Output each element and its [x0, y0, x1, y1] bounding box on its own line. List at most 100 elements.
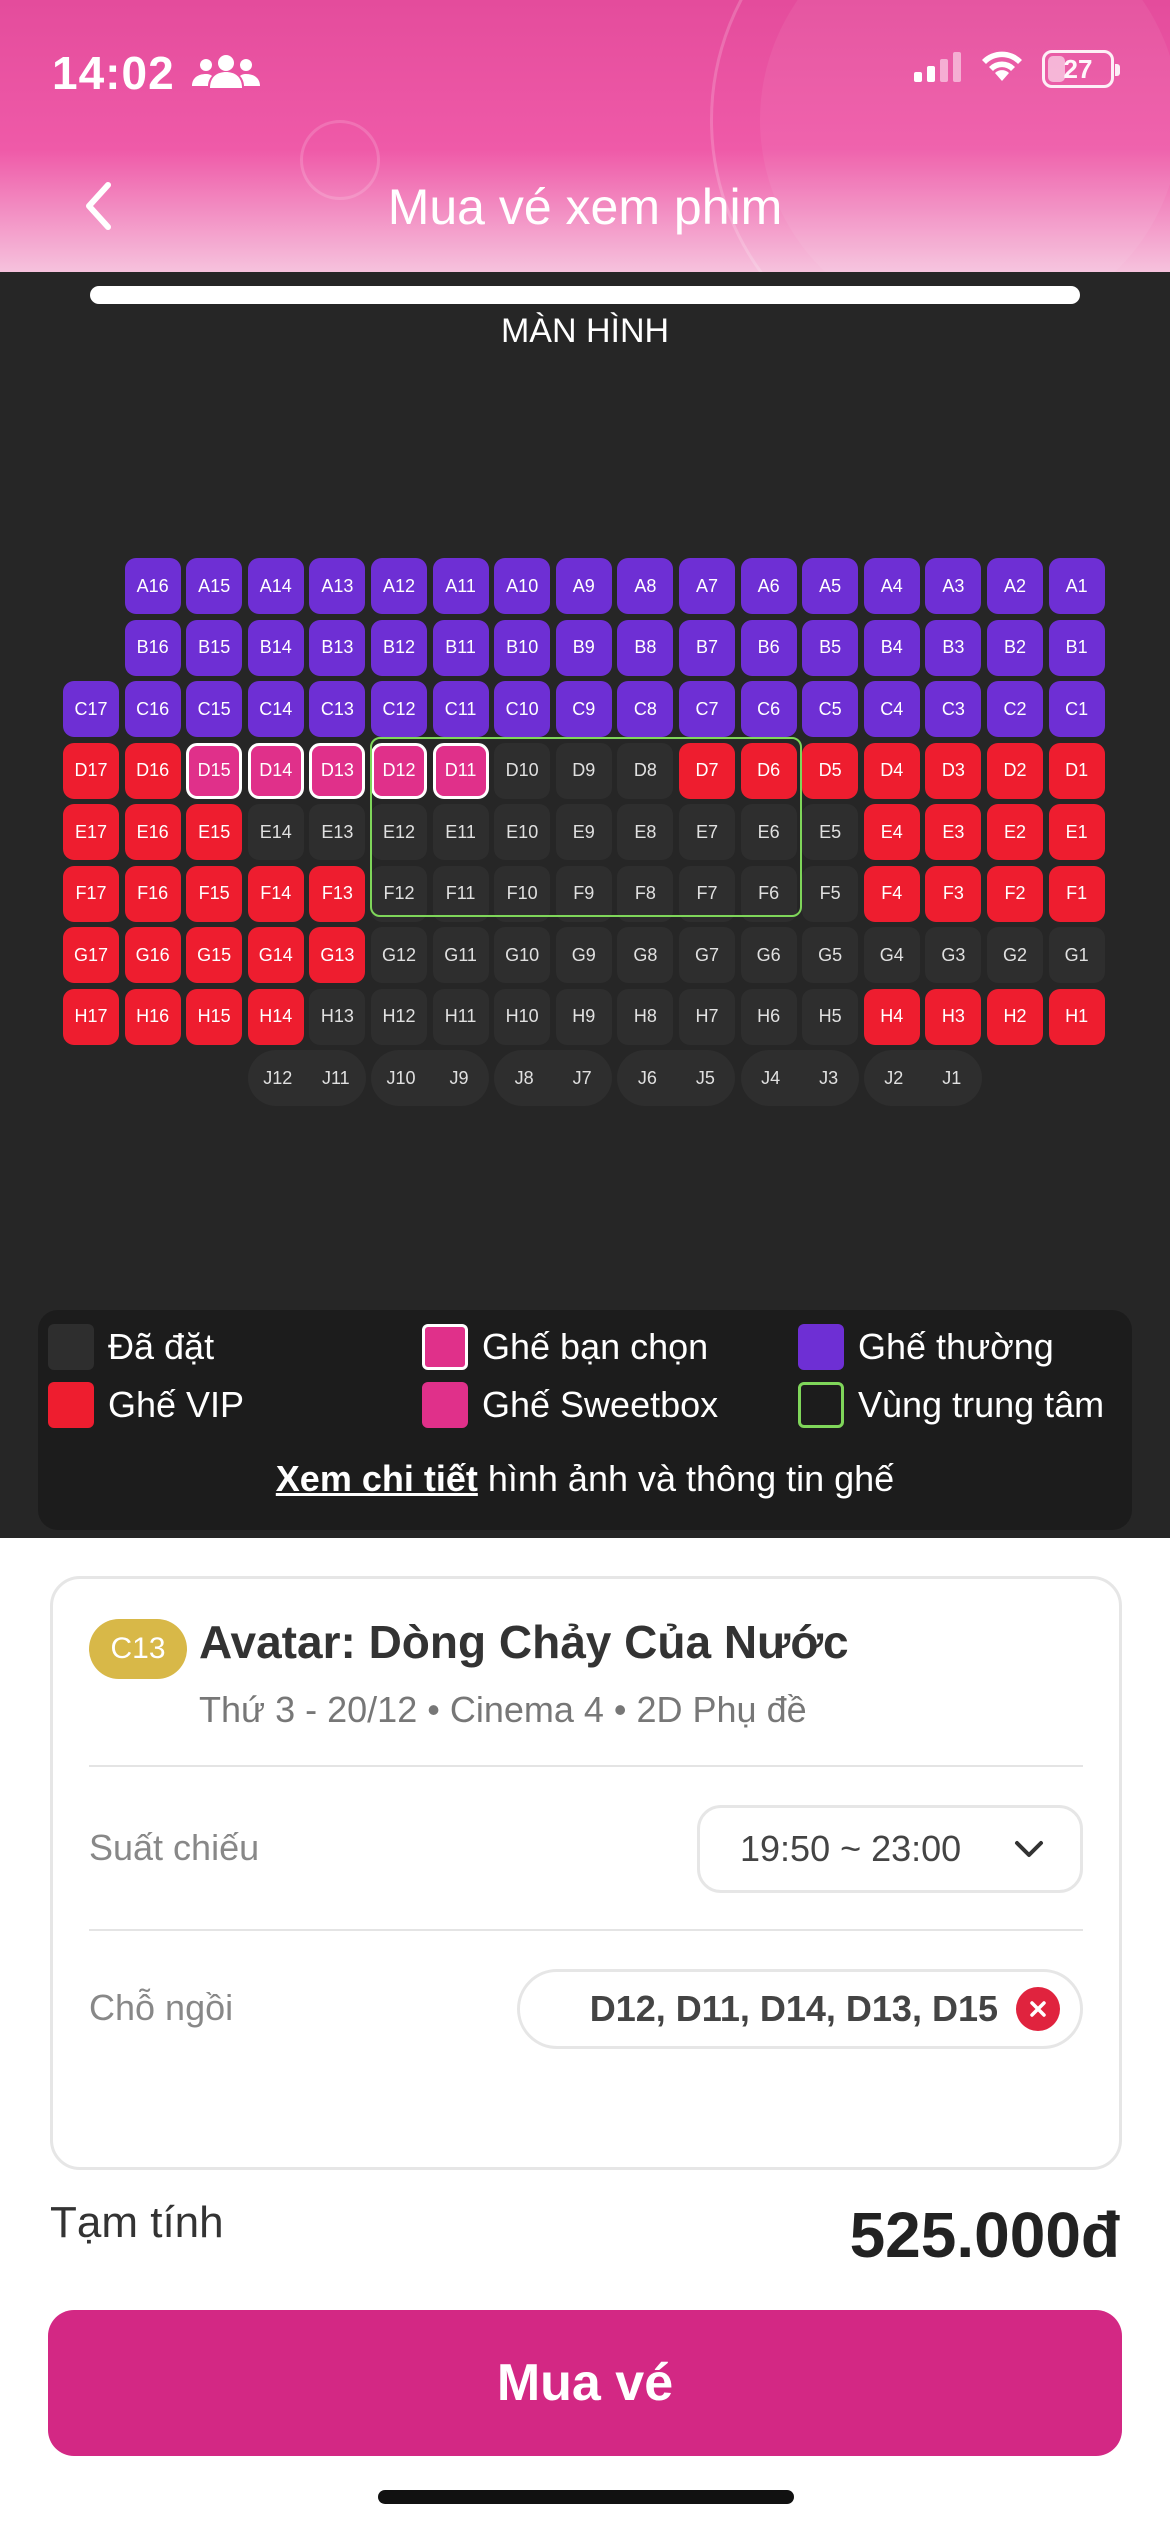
seat-B3[interactable]: B3	[925, 619, 982, 676]
seat-A10[interactable]: A10	[494, 558, 551, 614]
seat-A7[interactable]: A7	[679, 558, 735, 614]
buy-ticket-button[interactable]: Mua vé	[48, 2310, 1122, 2456]
seat-D15[interactable]: D15	[186, 742, 243, 799]
seat-J2[interactable]: J2	[863, 1050, 924, 1106]
seat-A11[interactable]: A11	[432, 558, 489, 614]
seat-B9[interactable]: B9	[555, 619, 612, 676]
seat-H1[interactable]: H1	[1048, 988, 1105, 1045]
seat-H4[interactable]: H4	[863, 988, 920, 1045]
seat-C13[interactable]: C13	[309, 681, 366, 737]
seat-A2[interactable]: A2	[987, 558, 1043, 614]
seat-J1[interactable]: J1	[921, 1050, 982, 1106]
seat-B1[interactable]: B1	[1048, 619, 1105, 676]
seat-D3[interactable]: D3	[925, 742, 982, 799]
seat-J5[interactable]: J5	[675, 1050, 736, 1106]
seat-F16[interactable]: F16	[124, 865, 181, 922]
seat-J11[interactable]: J11	[305, 1050, 366, 1106]
seat-E15[interactable]: E15	[186, 804, 243, 860]
seat-C1[interactable]: C1	[1048, 681, 1105, 737]
seat-F17[interactable]: F17	[63, 865, 119, 922]
seat-C3[interactable]: C3	[925, 681, 982, 737]
seat-E16[interactable]: E16	[124, 804, 181, 860]
seat-B16[interactable]: B16	[124, 619, 181, 676]
seat-E4[interactable]: E4	[863, 804, 920, 860]
seat-D5[interactable]: D5	[802, 742, 859, 799]
seat-A16[interactable]: A16	[124, 558, 181, 614]
seat-A14[interactable]: A14	[247, 558, 304, 614]
seat-C12[interactable]: C12	[371, 681, 427, 737]
seat-E1[interactable]: E1	[1048, 804, 1105, 860]
seat-B8[interactable]: B8	[617, 619, 674, 676]
seat-G15[interactable]: G15	[186, 927, 243, 983]
seat-C17[interactable]: C17	[63, 681, 119, 737]
seat-F15[interactable]: F15	[186, 865, 243, 922]
seat-A4[interactable]: A4	[863, 558, 920, 614]
seat-C5[interactable]: C5	[802, 681, 859, 737]
seat-D14[interactable]: D14	[247, 742, 304, 799]
seat-B13[interactable]: B13	[309, 619, 366, 676]
seat-D13[interactable]: D13	[309, 742, 366, 799]
seat-E3[interactable]: E3	[925, 804, 982, 860]
seat-A3[interactable]: A3	[925, 558, 982, 614]
seat-D2[interactable]: D2	[987, 742, 1043, 799]
seat-A6[interactable]: A6	[740, 558, 797, 614]
seat-C7[interactable]: C7	[679, 681, 735, 737]
seat-B11[interactable]: B11	[432, 619, 489, 676]
seat-E17[interactable]: E17	[63, 804, 119, 860]
seat-A5[interactable]: A5	[802, 558, 859, 614]
seat-J7[interactable]: J7	[552, 1050, 613, 1106]
seat-B5[interactable]: B5	[802, 619, 859, 676]
seat-J10[interactable]: J10	[371, 1050, 431, 1106]
seat-C2[interactable]: C2	[987, 681, 1043, 737]
showtime-select[interactable]: 19:50 ~ 23:00	[697, 1805, 1083, 1893]
seat-G16[interactable]: G16	[124, 927, 181, 983]
seat-B15[interactable]: B15	[186, 619, 243, 676]
seat-G13[interactable]: G13	[309, 927, 366, 983]
seat-D17[interactable]: D17	[63, 742, 119, 799]
seat-J4[interactable]: J4	[740, 1050, 801, 1106]
seat-D4[interactable]: D4	[863, 742, 920, 799]
seat-B12[interactable]: B12	[371, 619, 427, 676]
seat-C11[interactable]: C11	[432, 681, 489, 737]
clear-seats-button[interactable]	[1016, 1987, 1060, 2031]
seat-C8[interactable]: C8	[617, 681, 674, 737]
seat-J3[interactable]: J3	[798, 1050, 859, 1106]
seat-D1[interactable]: D1	[1048, 742, 1105, 799]
seat-B2[interactable]: B2	[987, 619, 1043, 676]
seat-C9[interactable]: C9	[555, 681, 612, 737]
seat-A8[interactable]: A8	[617, 558, 674, 614]
seat-G17[interactable]: G17	[63, 927, 119, 983]
seat-D16[interactable]: D16	[124, 742, 181, 799]
seat-B4[interactable]: B4	[863, 619, 920, 676]
seat-J8[interactable]: J8	[494, 1050, 555, 1106]
seat-H2[interactable]: H2	[987, 988, 1043, 1045]
seat-B6[interactable]: B6	[740, 619, 797, 676]
seat-C4[interactable]: C4	[863, 681, 920, 737]
seat-J9[interactable]: J9	[429, 1050, 489, 1106]
seat-J6[interactable]: J6	[617, 1050, 678, 1106]
seat-A1[interactable]: A1	[1048, 558, 1105, 614]
seat-B14[interactable]: B14	[247, 619, 304, 676]
seat-B10[interactable]: B10	[494, 619, 551, 676]
seat-A9[interactable]: A9	[555, 558, 612, 614]
seat-F3[interactable]: F3	[925, 865, 982, 922]
seat-B7[interactable]: B7	[679, 619, 735, 676]
seat-H14[interactable]: H14	[247, 988, 304, 1045]
seat-E2[interactable]: E2	[987, 804, 1043, 860]
seat-F1[interactable]: F1	[1048, 865, 1105, 922]
seat-F13[interactable]: F13	[309, 865, 366, 922]
seat-F14[interactable]: F14	[247, 865, 304, 922]
seat-C6[interactable]: C6	[740, 681, 797, 737]
seat-G14[interactable]: G14	[247, 927, 304, 983]
seat-H15[interactable]: H15	[186, 988, 243, 1045]
seat-J12[interactable]: J12	[247, 1050, 308, 1106]
seat-A12[interactable]: A12	[371, 558, 427, 614]
seat-C16[interactable]: C16	[124, 681, 181, 737]
seat-H3[interactable]: H3	[925, 988, 982, 1045]
seat-H16[interactable]: H16	[124, 988, 181, 1045]
seat-F2[interactable]: F2	[987, 865, 1043, 922]
seat-A13[interactable]: A13	[309, 558, 366, 614]
seat-F4[interactable]: F4	[863, 865, 920, 922]
seat-C10[interactable]: C10	[494, 681, 551, 737]
seat-C15[interactable]: C15	[186, 681, 243, 737]
